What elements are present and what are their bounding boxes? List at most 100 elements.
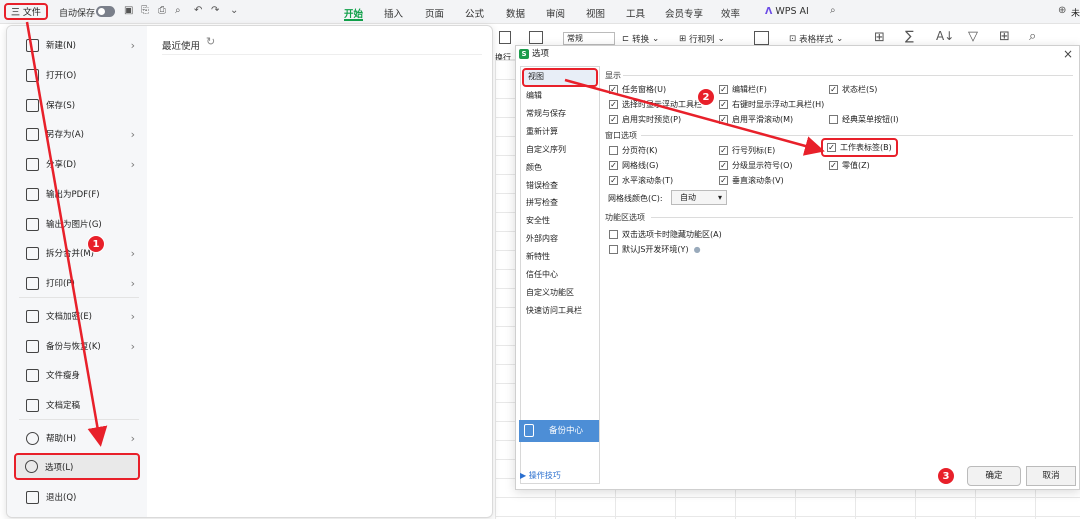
checkbox-zero-values[interactable]: ✓ 零值(Z) [829, 160, 870, 171]
nav-security[interactable]: 安全性 [526, 215, 550, 226]
sort-icon[interactable]: A↓ [936, 29, 954, 43]
checkbox-gridlines[interactable]: ✓ 网格线(G) [609, 160, 658, 171]
chevron-down-icon[interactable]: ⌄ [230, 5, 238, 16]
menu-item-export-pdf[interactable]: 输出为PDF(F) [17, 182, 141, 206]
checkbox-smooth-scroll[interactable]: ✓ 启用平滑滚动(M) [719, 114, 793, 125]
nav-quick-access[interactable]: 快速访问工具栏 [526, 305, 582, 316]
convert-button[interactable]: ⊏ 转换 ⌄ [622, 33, 659, 45]
table-style-button[interactable]: ⊡ 表格样式 ⌄ [789, 33, 843, 45]
autosave-toggle[interactable] [96, 6, 115, 17]
filter-icon[interactable]: ▽ [968, 29, 978, 44]
nav-custom-ribbon[interactable]: 自定义功能区 [526, 287, 574, 298]
nav-general-save[interactable]: 常规与保存 [526, 108, 566, 119]
ok-button[interactable]: 确定 [967, 466, 1021, 486]
number-format-select[interactable]: 常规 [563, 32, 615, 45]
chevron-right-icon: › [130, 276, 135, 290]
nav-custom-list[interactable]: 自定义序列 [526, 144, 566, 155]
menu-item-encrypt[interactable]: 文档加密(E) › [17, 304, 141, 328]
checkbox-mark: ✓ [719, 100, 728, 109]
cloud-upload-icon[interactable]: ⊕ [1058, 5, 1066, 16]
menu-item-share[interactable]: 分享(D) › [17, 152, 141, 176]
close-icon[interactable]: × [1063, 47, 1073, 61]
nav-edit[interactable]: 编辑 [526, 90, 542, 101]
menu-item-split-merge[interactable]: 拆分合并(M) › [17, 241, 141, 265]
tab-tools[interactable]: 工具 [626, 6, 645, 20]
wps-ai-button[interactable]: Λ WPS AI [765, 6, 809, 17]
menu-item-finalize[interactable]: 文档定稿 [17, 393, 141, 417]
tab-insert[interactable]: 插入 [384, 6, 403, 20]
nav-trust-center[interactable]: 信任中心 [526, 269, 558, 280]
fill-icon[interactable]: ⊞ [999, 29, 1010, 44]
checkbox-status-bar[interactable]: ✓ 状态栏(S) [829, 84, 877, 95]
menu-item-print[interactable]: 打印(P) › [17, 271, 141, 295]
wrap-text-icon[interactable] [499, 31, 511, 44]
checkbox-hide-ribbon[interactable]: 双击选项卡时隐藏功能区(A) [609, 229, 722, 240]
merge-icon[interactable] [529, 31, 543, 44]
preview-icon[interactable]: ⌕ [175, 5, 181, 16]
menu-item-backup[interactable]: 备份与恢复(K) › [17, 334, 141, 358]
refresh-icon[interactable]: ↻ [206, 35, 215, 48]
backup-center-button[interactable]: 备份中心 [519, 420, 599, 442]
freeze-pane-icon[interactable] [754, 31, 769, 45]
info-icon[interactable]: ● [694, 245, 701, 254]
save-icon[interactable]: ▣ [124, 5, 133, 16]
checkbox-task-pane[interactable]: ✓ 任务窗格(U) [609, 84, 666, 95]
checkbox-outline-symbols[interactable]: ✓ 分级显示符号(O) [719, 160, 793, 171]
menu-item-save-as[interactable]: 另存为(A) › [17, 122, 141, 146]
nav-color[interactable]: 颜色 [526, 162, 542, 173]
checkbox-page-break[interactable]: 分页符(K) [609, 145, 658, 156]
checkbox-row-col-headers[interactable]: ✓ 行号列标(E) [719, 145, 775, 156]
checkbox-edit-bar[interactable]: ✓ 编辑栏(F) [719, 84, 767, 95]
undo-icon[interactable]: ↶ [194, 5, 202, 16]
nav-external[interactable]: 外部内容 [526, 233, 558, 244]
tab-view[interactable]: 视图 [586, 6, 605, 20]
autosave-label: 自动保存 [59, 9, 96, 19]
redo-icon[interactable]: ↷ [211, 5, 219, 16]
nav-recalc[interactable]: 重新计算 [526, 126, 558, 137]
find-icon[interactable]: ⌕ [1029, 29, 1036, 44]
checkbox-v-scrollbar[interactable]: ✓ 垂直滚动条(V) [719, 175, 784, 186]
export-icon[interactable]: ⎘ [141, 5, 149, 16]
checkbox-label: 右键时显示浮动工具栏(H) [732, 100, 825, 109]
menu-item-slim[interactable]: 文件瘦身 [17, 363, 141, 387]
tab-formula[interactable]: 公式 [465, 6, 484, 20]
tab-efficiency[interactable]: 效率 [721, 6, 740, 20]
tab-review[interactable]: 审阅 [546, 6, 565, 20]
tab-data[interactable]: 数据 [506, 6, 525, 20]
menu-item-label: 文档定稿 [46, 401, 81, 411]
gridline-color-select[interactable]: 自动 ▾ [671, 190, 727, 205]
menu-item-help[interactable]: 帮助(H) › [17, 426, 141, 450]
print-icon[interactable]: ⎙ [158, 5, 166, 16]
wps-ai-icon: Λ [765, 6, 773, 17]
rows-cols-button[interactable]: ⊞ 行和列 ⌄ [679, 33, 725, 45]
tab-member[interactable]: 会员专享 [665, 6, 703, 20]
menu-item-open[interactable]: 打开(O) [17, 63, 141, 87]
checkbox-classic-menu[interactable]: 经典菜单按钮(I) [829, 114, 899, 125]
menu-item-save[interactable]: 保存(S) [17, 93, 141, 117]
tab-home[interactable]: 开始 [344, 6, 363, 20]
menu-item-new[interactable]: 新建(N) › [17, 33, 141, 57]
checkbox-right-click-toolbar[interactable]: ✓ 右键时显示浮动工具栏(H) [719, 99, 824, 110]
sum-icon[interactable]: ∑ [905, 29, 914, 44]
nav-new-features[interactable]: 新特性 [526, 251, 550, 262]
tips-link[interactable]: ▶ 操作技巧 [520, 470, 561, 481]
nav-spell-check[interactable]: 拼写检查 [526, 197, 558, 208]
checkbox-label: 默认JS开发环境(Y) [622, 245, 689, 254]
menu-item-options[interactable]: 选项(L) [14, 453, 140, 480]
checkbox-js-env[interactable]: 默认JS开发环境(Y) ● [609, 244, 701, 255]
checkbox-sheet-tabs[interactable]: ✓ 工作表标签(B) [821, 138, 898, 157]
menu-item-exit[interactable]: 退出(Q) [17, 485, 141, 509]
nav-error-check[interactable]: 错误检查 [526, 180, 558, 191]
tab-page[interactable]: 页面 [425, 6, 444, 20]
nav-view[interactable]: 视图 [522, 68, 598, 87]
checkbox-live-preview[interactable]: ✓ 启用实时预览(P) [609, 114, 681, 125]
checkbox-float-toolbar[interactable]: ✓ 选择时显示浮动工具栏 [609, 99, 702, 110]
search-icon[interactable]: ⌕ [830, 5, 836, 16]
insert-icon[interactable]: ⊞ [874, 30, 885, 45]
save-as-icon [26, 127, 39, 141]
rows-cols-icon: ⊞ [679, 34, 687, 44]
menu-item-export-image[interactable]: 输出为图片(G) [17, 212, 141, 236]
checkbox-h-scrollbar[interactable]: ✓ 水平滚动条(T) [609, 175, 673, 186]
file-menu-button[interactable]: 三 文件 [4, 3, 48, 20]
cancel-button[interactable]: 取消 [1026, 466, 1076, 486]
